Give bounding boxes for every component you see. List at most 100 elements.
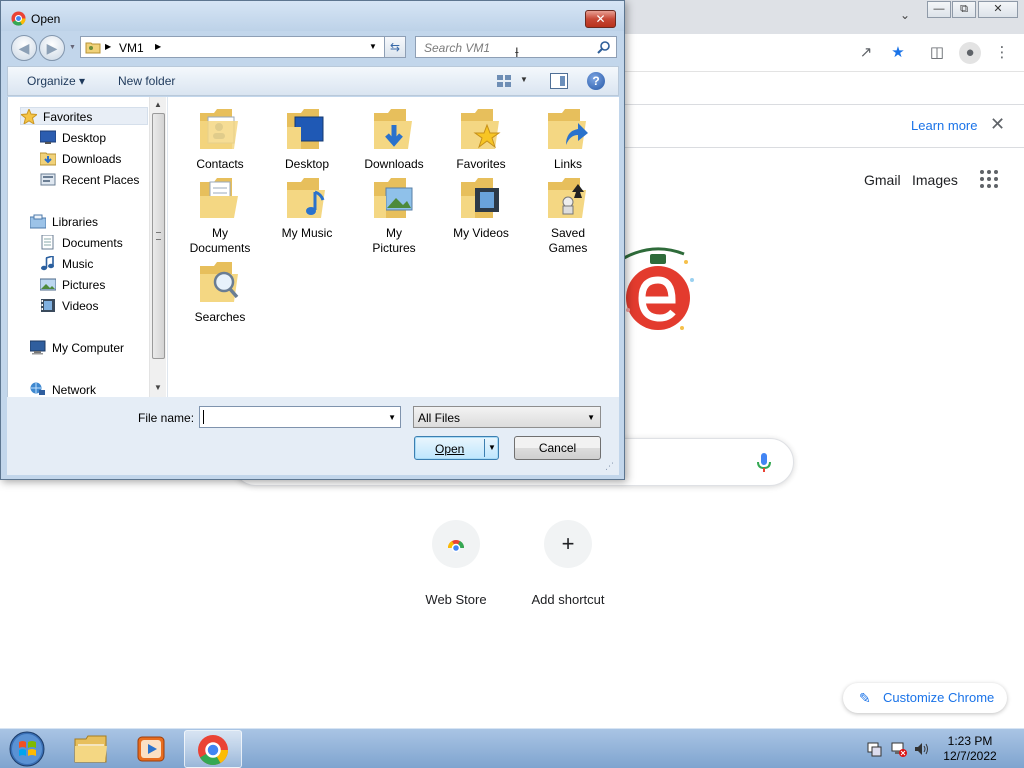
folder-label: Downloads — [364, 157, 424, 171]
file-explorer-icon — [74, 735, 107, 763]
taskbar: 1:23 PM 12/7/2022 — [0, 728, 1024, 768]
view-options-chevron-icon[interactable]: ▼ — [520, 75, 528, 84]
folder-item-favorites[interactable]: Favorites — [439, 105, 523, 172]
organize-button[interactable]: Organize ▾ — [27, 74, 85, 88]
saved-games-folder-icon — [548, 178, 586, 218]
scrollbar-thumb[interactable] — [152, 113, 165, 359]
folder-label: My Music — [281, 226, 333, 240]
folder-item-my-music[interactable]: My Music — [265, 174, 349, 241]
file-name-input[interactable]: ▼ — [199, 406, 401, 428]
chrome-app-icon — [11, 11, 26, 26]
chrome-icon — [198, 735, 228, 766]
media-player-task[interactable] — [122, 730, 180, 768]
navigation-scrollbar[interactable]: ▲ ▼ — [149, 97, 166, 397]
minimize-button[interactable]: — — [927, 1, 951, 18]
folder-item-desktop[interactable]: Desktop — [265, 105, 349, 172]
shortcut-web-store[interactable]: Web Store — [396, 520, 516, 607]
google-apps-icon[interactable] — [980, 170, 1000, 190]
scroll-down-arrow-icon[interactable]: ▼ — [154, 383, 162, 392]
learn-more-link[interactable]: Learn more — [911, 118, 977, 133]
file-explorer-task[interactable] — [62, 730, 120, 768]
resize-grip-icon[interactable]: ⋰ — [605, 461, 615, 471]
chrome-menu-icon[interactable]: ⋮ — [991, 42, 1013, 64]
gmail-link[interactable]: Gmail — [864, 172, 901, 188]
change-view-icon[interactable] — [496, 74, 512, 88]
folder-item-links[interactable]: Links — [526, 105, 610, 172]
nav-item-favorites[interactable]: Favorites — [20, 107, 148, 125]
address-segment[interactable]: VM1 — [119, 41, 144, 55]
folder-item-searches[interactable]: Searches — [178, 258, 262, 325]
images-link[interactable]: Images — [912, 172, 958, 188]
chrome-task[interactable] — [184, 730, 242, 768]
media-player-icon — [137, 736, 165, 762]
contacts-folder-icon — [200, 109, 238, 149]
shortcut-label: Add shortcut — [531, 592, 605, 607]
address-bar[interactable]: ▶ VM1 ▶ ▼ — [80, 36, 390, 58]
links-folder-icon — [548, 109, 588, 149]
forward-button[interactable]: ▶ — [39, 35, 65, 61]
customize-chrome-button[interactable]: ✎ Customize Chrome — [843, 683, 1007, 713]
folder-item-my-pictures[interactable]: My Pictures — [352, 174, 436, 256]
google-doodle-image[interactable] — [620, 240, 700, 350]
folder-label: My Pictures — [372, 226, 416, 255]
address-chevron-icon[interactable]: ▶ — [105, 42, 111, 51]
folder-item-my-videos[interactable]: My Videos — [439, 174, 523, 241]
open-button[interactable]: Open ▼ — [414, 436, 499, 460]
folder-label: Contacts — [196, 157, 244, 171]
help-icon[interactable]: ? — [587, 72, 605, 90]
folder-label: Desktop — [284, 157, 330, 171]
clock-date: 12/7/2022 — [943, 749, 997, 763]
dialog-close-button[interactable]: ✕ — [585, 10, 616, 28]
back-button[interactable]: ◀ — [11, 35, 37, 61]
recent-places-icon — [40, 173, 56, 186]
folder-label: My Documents — [189, 226, 251, 255]
action-center-flag-icon[interactable] — [866, 741, 882, 757]
voice-search-icon[interactable] — [757, 453, 771, 473]
scroll-up-arrow-icon[interactable]: ▲ — [154, 100, 162, 109]
address-chevron-icon[interactable]: ▶ — [155, 42, 161, 51]
navigation-pane: Favorites Desktop Downloads Recent Place… — [7, 97, 167, 397]
dialog-navigation-bar: ◀ ▶ ▼ ▶ VM1 ▶ ▼ ⇆ Search VM1 Ɨ — [7, 32, 619, 62]
system-clock[interactable]: 1:23 PM 12/7/2022 — [935, 734, 1005, 764]
windows-start-icon[interactable] — [6, 730, 48, 768]
open-button-label: Open — [435, 442, 465, 456]
favorites-folder-icon — [461, 109, 501, 149]
pictures-icon — [40, 278, 56, 291]
folder-label: My Videos — [453, 226, 509, 240]
volume-icon[interactable] — [914, 741, 930, 757]
tab-search-chevron-icon[interactable]: ⌄ — [896, 8, 914, 26]
folder-item-downloads[interactable]: Downloads — [352, 105, 436, 172]
bookmark-star-icon[interactable]: ★ — [887, 42, 909, 64]
chrome-web-store-icon — [432, 520, 480, 568]
folder-item-contacts[interactable]: Contacts — [178, 105, 262, 172]
folder-item-my-documents[interactable]: My Documents — [178, 174, 262, 256]
open-options-chevron-icon[interactable]: ▼ — [488, 443, 496, 452]
file-name-history-chevron-icon[interactable]: ▼ — [388, 413, 396, 422]
new-folder-button[interactable]: New folder — [118, 74, 175, 88]
folder-item-saved-games[interactable]: Saved Games — [526, 174, 610, 256]
clock-time: 1:23 PM — [947, 734, 993, 748]
chrome-close-button[interactable]: ✕ — [978, 1, 1018, 18]
dialog-titlebar[interactable]: Open ✕ — [1, 1, 624, 31]
profile-avatar-icon[interactable]: ● — [959, 42, 981, 64]
computer-icon — [30, 340, 46, 355]
refresh-button[interactable]: ⇆ — [384, 36, 406, 58]
side-panel-icon[interactable]: ◫ — [926, 42, 948, 64]
open-file-dialog: Open ✕ ◀ ▶ ▼ ▶ VM1 ▶ ▼ ⇆ Search VM1 Ɨ Or… — [0, 0, 625, 480]
shortcut-add[interactable]: + Add shortcut — [508, 520, 628, 607]
searches-folder-icon — [200, 262, 239, 302]
file-type-select[interactable]: All Files ▼ — [413, 406, 601, 428]
restore-button[interactable]: ⧉ — [952, 1, 976, 18]
share-icon[interactable]: ↗ — [855, 42, 877, 64]
preview-pane-icon[interactable] — [550, 73, 568, 89]
recent-locations-chevron-icon[interactable]: ▼ — [69, 44, 76, 51]
dialog-footer: File name: ▼ All Files ▼ Open ▼ Cancel ⋰ — [7, 397, 619, 475]
libraries-icon — [30, 214, 46, 229]
infobar-close-icon[interactable]: ✕ — [990, 114, 1005, 135]
address-dropdown-icon[interactable]: ▼ — [369, 42, 377, 51]
pencil-icon: ✎ — [859, 690, 871, 706]
network-status-icon[interactable] — [891, 741, 907, 757]
file-list-pane: Contacts Desktop Downloads Favorites Lin… — [167, 97, 619, 397]
documents-icon — [41, 235, 54, 250]
cancel-button[interactable]: Cancel — [514, 436, 601, 460]
